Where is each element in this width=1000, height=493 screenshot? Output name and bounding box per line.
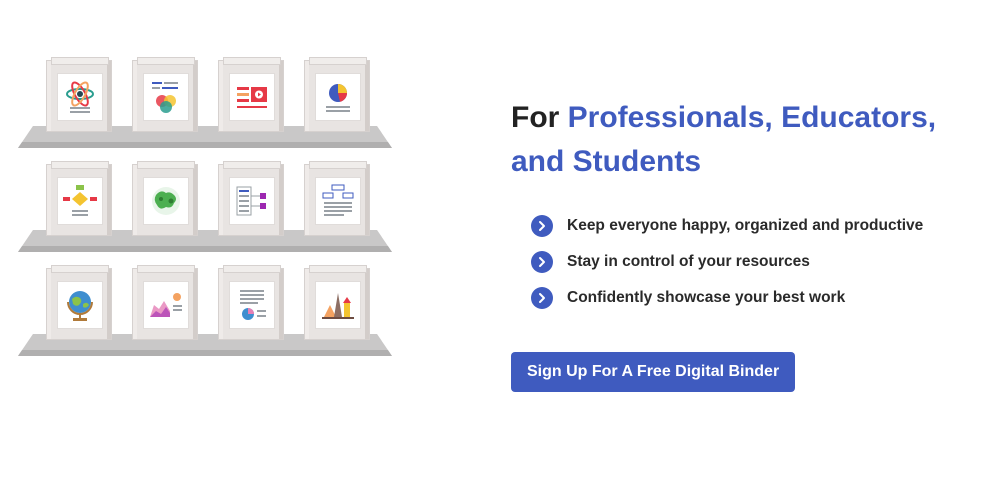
video-player-icon — [237, 87, 267, 108]
binder — [132, 57, 198, 132]
document-diagram-icon — [322, 184, 354, 216]
report-pie-icon — [240, 290, 266, 320]
area-chart-icon — [150, 293, 182, 317]
binder — [46, 161, 112, 236]
benefit-item: Confidently showcase your best work — [531, 280, 981, 316]
binder — [304, 57, 370, 132]
venn-diagram-icon — [152, 82, 178, 113]
world-map-icon — [152, 187, 180, 215]
globe-icon — [67, 291, 93, 321]
shelf-row-2 — [18, 132, 392, 252]
benefit-text: Confidently showcase your best work — [567, 289, 846, 306]
binder — [46, 265, 112, 340]
binder — [132, 161, 198, 236]
headline-audience-cont: and Students — [511, 145, 702, 178]
binder — [218, 57, 284, 132]
benefit-item: Keep everyone happy, organized and produ… — [531, 208, 981, 244]
flowchart-icon — [63, 185, 97, 216]
headline-lead: For — [511, 101, 560, 134]
shelf-row-3 — [18, 236, 392, 356]
binder — [132, 265, 198, 340]
chevron-right-icon — [531, 287, 553, 309]
shelf-row-1 — [18, 28, 392, 148]
benefit-text: Keep everyone happy, organized and produ… — [567, 217, 924, 234]
benefit-text: Stay in control of your resources — [567, 253, 810, 270]
chevron-right-icon — [531, 215, 553, 237]
hero-headline: For Professionals, Educators, and Studen… — [511, 96, 981, 184]
benefits-list: Keep everyone happy, organized and produ… — [511, 208, 981, 316]
binder-shelves-illustration — [0, 0, 420, 493]
org-chart-icon — [236, 186, 266, 216]
headline-audience: Professionals, Educators, — [567, 101, 937, 134]
binder — [218, 265, 284, 340]
hero-content: For Professionals, Educators, and Studen… — [511, 96, 981, 392]
binder — [46, 57, 112, 132]
atom-icon — [66, 81, 94, 113]
benefit-item: Stay in control of your resources — [531, 244, 981, 280]
binder — [304, 265, 370, 340]
binder — [304, 161, 370, 236]
binder — [218, 161, 284, 236]
chevron-right-icon — [531, 251, 553, 273]
signup-button[interactable]: Sign Up For A Free Digital Binder — [511, 352, 796, 392]
landmarks-icon — [322, 293, 354, 319]
pie-chart-icon — [326, 84, 350, 112]
